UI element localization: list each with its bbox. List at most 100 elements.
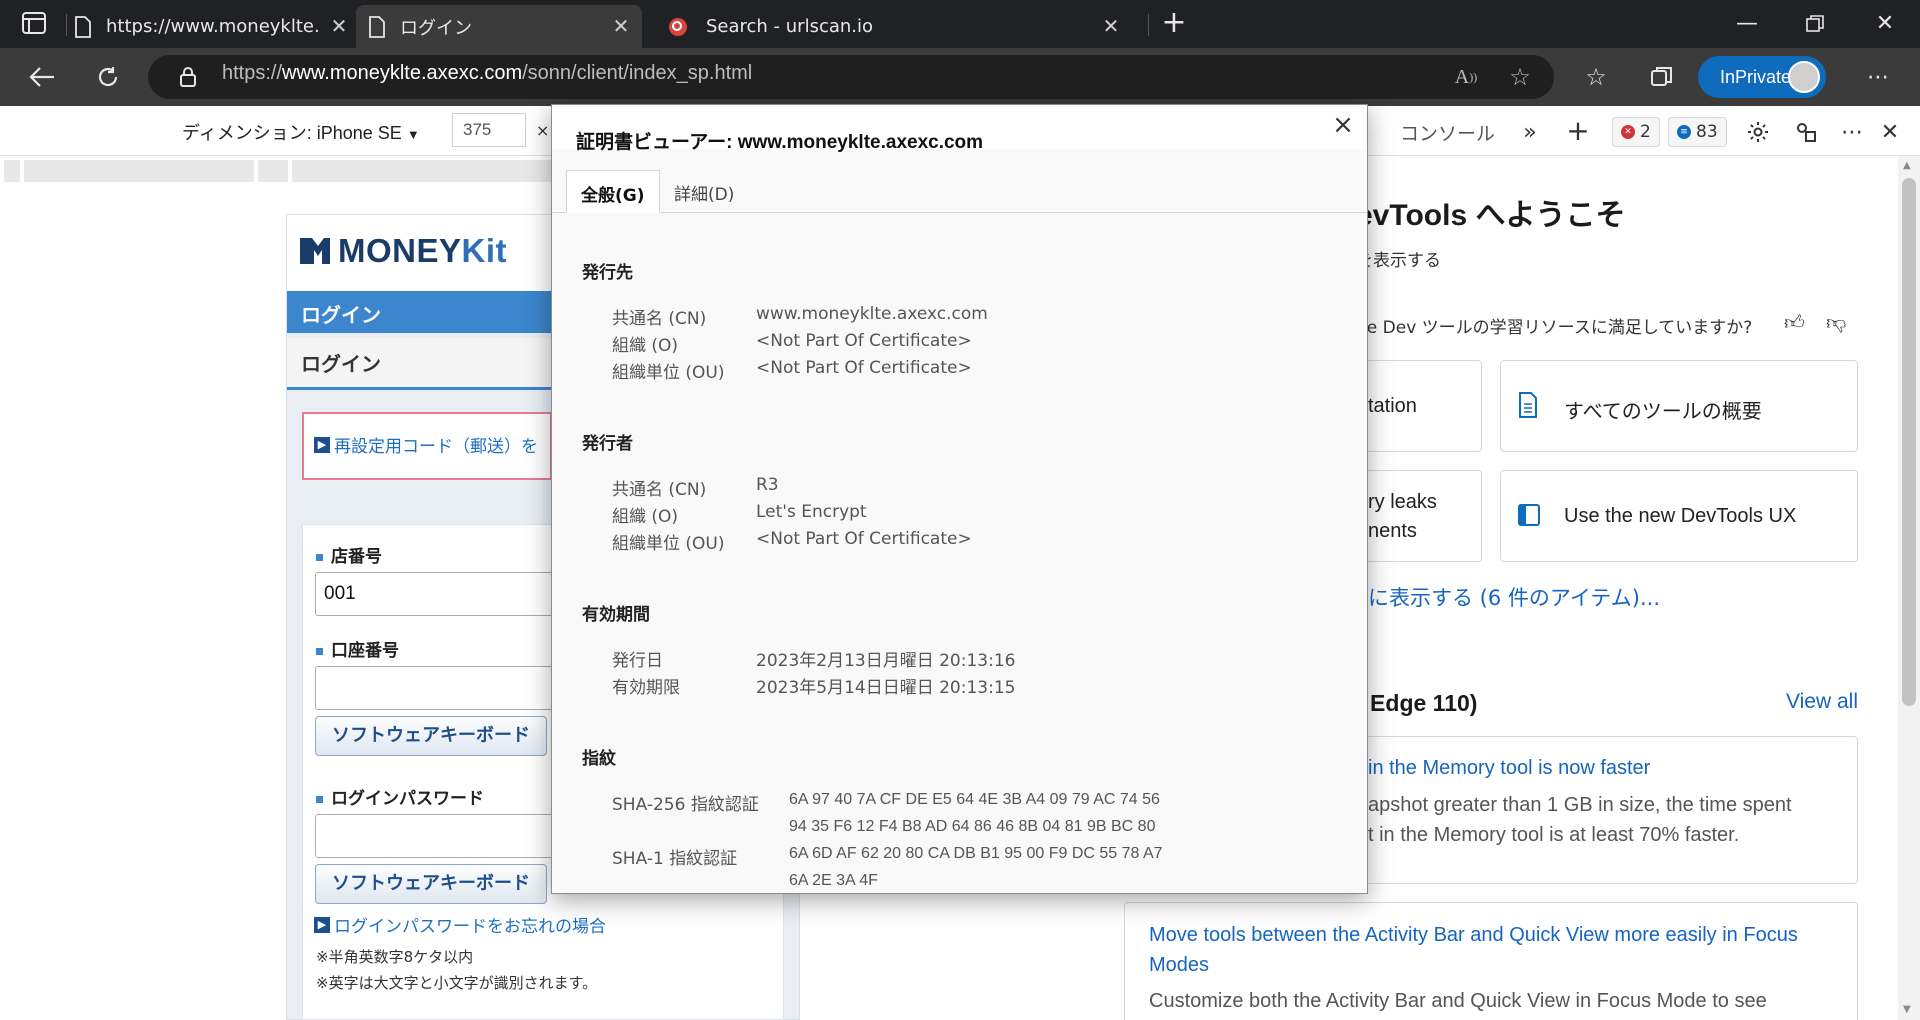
field-value: Let's Encrypt [756, 502, 867, 522]
reset-link-text: 再設定用コード（郵送）を [334, 437, 538, 457]
feedback-question: ge Dev ツールの学習リソースに満足していますか? [1356, 318, 1753, 338]
show-all-link[interactable]: に表示する (6 件のアイテム)... [1368, 582, 1660, 612]
password-input[interactable] [315, 814, 555, 858]
maximize-icon[interactable] [1800, 10, 1830, 38]
note-case: ※英字は大文字と小文字が識別されます。 [316, 974, 598, 992]
url-text: https://www.moneyklte.axexc.com/sonn/cli… [222, 62, 752, 85]
tab-detail[interactable]: 詳細(D) [660, 170, 748, 213]
back-icon[interactable] [24, 59, 60, 95]
new-tab-icon[interactable]: + [1160, 8, 1188, 38]
tab-login[interactable]: ログイン ✕ [356, 5, 642, 48]
field-value: 2023年5月14日日曜日 20:13:15 [756, 678, 1016, 698]
password-label: ログインパスワード [316, 784, 484, 809]
more-tabs-icon[interactable]: » [1514, 116, 1546, 148]
inprivate-button[interactable]: InPrivate [1698, 56, 1826, 98]
account-number-label: 口座番号 [316, 636, 399, 661]
bullet-icon [316, 796, 323, 803]
software-keyboard-button[interactable]: ソフトウェアキーボード [315, 716, 547, 756]
close-icon[interactable]: ✕ [1100, 15, 1122, 37]
bullet-icon [316, 554, 323, 561]
store-number-input[interactable]: 001 [315, 572, 555, 616]
close-devtools-icon[interactable]: ✕ [1874, 116, 1906, 148]
forgot-password-link[interactable]: ▶ ログインパスワードをお忘れの場合 [314, 912, 606, 937]
forgot-link-text: ログインパスワードをお忘れの場合 [334, 917, 606, 937]
ruler-segment[interactable] [292, 160, 552, 182]
card-tools-overview-label: すべてのツールの概要 [1564, 401, 1762, 423]
field-label: SHA-1 指紋認証 [612, 849, 738, 869]
moneykit-logo-mark [300, 238, 330, 264]
tab-general[interactable]: 全般(G) [566, 170, 660, 213]
dimension-select[interactable]: ディメンション: iPhone SE ▼ [182, 119, 420, 145]
settings-gear-icon[interactable] [1742, 116, 1774, 148]
minimize-icon[interactable]: — [1732, 10, 1762, 38]
tab-urlscan[interactable]: Search - urlscan.io ✕ [656, 5, 1132, 48]
url-host: www.moneyklte.axexc.com [282, 62, 523, 84]
favorites-icon[interactable]: ☆ [1578, 59, 1614, 95]
inprivate-label: InPrivate [1720, 66, 1792, 87]
ruler-segment[interactable] [24, 160, 254, 182]
tab-title: ログイン [400, 17, 472, 39]
news-body: apshot greater than 1 GB in size, the ti… [1368, 794, 1792, 816]
field-value: R3 [756, 475, 779, 495]
add-tab-icon[interactable]: + [1562, 114, 1594, 147]
width-input[interactable]: 375 [452, 113, 526, 147]
close-icon[interactable]: ✕ [328, 15, 350, 37]
card-memory-leaks-line1: ry leaks [1368, 491, 1437, 513]
field-label: 発行日 [612, 651, 663, 671]
close-icon[interactable]: ✕ [610, 15, 632, 37]
more-options-icon[interactable]: ⋯ [1836, 116, 1868, 148]
field-label: SHA-256 指紋認証 [612, 795, 759, 815]
login-subheading: ログイン [287, 338, 551, 390]
card-memory-leaks[interactable] [1366, 470, 1482, 562]
field-label: 有効期限 [612, 678, 680, 698]
sha256-value: 94 35 F6 12 F4 B8 AD 64 86 46 8B 04 81 9… [789, 818, 1156, 835]
software-keyboard-button[interactable]: ソフトウェアキーボード [315, 864, 547, 904]
add-favorite-icon[interactable]: ☆ [1502, 59, 1538, 95]
close-window-icon[interactable]: ✕ [1870, 10, 1900, 38]
ruler-segment[interactable] [258, 160, 288, 182]
message-count-badge[interactable]: ≡ 83 [1668, 117, 1727, 147]
urlscan-icon [668, 17, 688, 37]
error-count-badge[interactable]: ✕ 2 [1612, 117, 1660, 147]
lock-icon[interactable] [170, 59, 206, 95]
news-body: t in the Memory tool is at least 70% fas… [1368, 824, 1740, 846]
field-label: 共通名 (CN) [612, 480, 707, 500]
message-icon: ≡ [1677, 125, 1691, 139]
field-value: www.moneyklte.axexc.com [756, 304, 988, 324]
tab-actions-icon[interactable] [22, 12, 48, 36]
view-all-link[interactable]: View all [1786, 690, 1858, 714]
store-number-label: 店番号 [316, 542, 382, 567]
news-title[interactable]: Modes [1149, 950, 1209, 980]
more-icon[interactable]: ⋯ [1860, 59, 1896, 95]
account-label-text: 口座番号 [331, 641, 399, 661]
scroll-down-icon[interactable]: ▼ [1903, 1004, 1911, 1015]
moneykit-logo: MONEY Kit [300, 232, 507, 270]
news-title[interactable]: Move tools between the Activity Bar and … [1149, 920, 1798, 950]
field-label: 組織単位 (OU) [612, 534, 725, 554]
news-body: Customize both the Activity Bar and Quic… [1149, 990, 1767, 1012]
thumbs-up-icon[interactable]: 👍︎ [1784, 310, 1805, 335]
thumbs-down-icon[interactable]: 👎︎ [1826, 310, 1846, 335]
times-sign: × [536, 121, 550, 140]
news-title[interactable]: in the Memory tool is now faster [1368, 753, 1650, 783]
close-icon[interactable]: × [1326, 108, 1360, 142]
scrollbar-thumb[interactable] [1902, 178, 1916, 706]
show-on-startup-text: を表示する [1356, 251, 1441, 271]
logo-text: MONEY [338, 232, 462, 269]
read-aloud-icon[interactable]: A)) [1448, 59, 1484, 95]
refresh-icon[interactable] [90, 59, 126, 95]
scroll-up-icon[interactable]: ▲ [1903, 160, 1911, 171]
tab-console[interactable]: コンソール [1400, 119, 1495, 146]
fingerprint-heading: 指紋 [582, 749, 616, 769]
reset-code-link[interactable]: ▶ 再設定用コード（郵送）を [314, 432, 538, 457]
tab-title: Search - urlscan.io [706, 16, 874, 37]
collections-icon[interactable] [1644, 59, 1680, 95]
account-number-input[interactable] [315, 666, 555, 710]
ruler-segment[interactable] [4, 160, 20, 182]
sha1-value: 6A 2E 3A 4F [789, 872, 878, 889]
sha1-value: 6A 6D AF 62 20 80 CA DB B1 95 00 F9 DC 5… [789, 845, 1163, 862]
tab-moneykit-url[interactable]: https://www.moneyklte.axexc.co ✕ [74, 5, 350, 48]
message-count: 83 [1696, 122, 1718, 142]
customize-icon[interactable] [1790, 116, 1822, 148]
field-value: <Not Part Of Certificate> [756, 358, 972, 378]
